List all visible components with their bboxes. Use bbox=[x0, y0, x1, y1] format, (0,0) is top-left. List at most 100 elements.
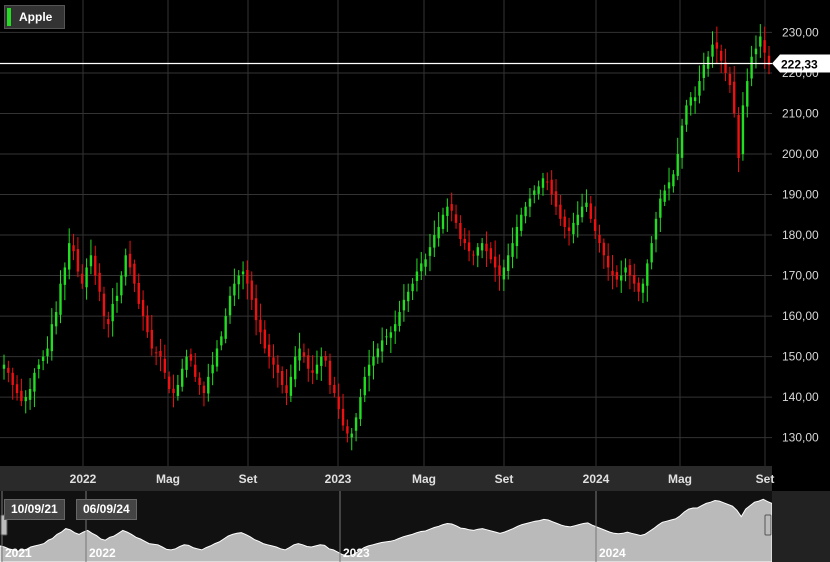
candle-body bbox=[441, 214, 445, 229]
x-tick-label: 2023 bbox=[325, 472, 352, 486]
candle-body bbox=[650, 243, 653, 263]
candle-body bbox=[285, 385, 288, 394]
navigator-year-label: 2024 bbox=[599, 546, 626, 560]
candle-body bbox=[663, 190, 666, 202]
candle-body bbox=[207, 376, 210, 394]
candle-body bbox=[167, 376, 171, 390]
y-tick-label: 200,00 bbox=[782, 147, 819, 161]
candle-body bbox=[2, 364, 6, 369]
x-tick-label: Set bbox=[239, 472, 258, 486]
candle-body bbox=[493, 256, 497, 268]
candle-body bbox=[480, 243, 484, 251]
candle-body bbox=[567, 227, 571, 231]
candle-body bbox=[689, 97, 692, 106]
candle-body bbox=[424, 259, 427, 267]
candle-body bbox=[611, 270, 614, 276]
candle-body bbox=[398, 312, 401, 326]
x-tick-label: Set bbox=[495, 472, 514, 486]
candle-body bbox=[711, 44, 714, 57]
candle-body bbox=[354, 417, 358, 431]
candle-body bbox=[667, 182, 671, 189]
candle-body bbox=[515, 226, 519, 247]
navigator-year-label: 2023 bbox=[343, 546, 370, 560]
candle-body bbox=[85, 267, 88, 288]
candle-body bbox=[541, 178, 545, 188]
candle-body bbox=[159, 350, 162, 357]
y-tick-label: 160,00 bbox=[782, 309, 819, 323]
candle-body bbox=[189, 354, 193, 361]
candle-body bbox=[185, 356, 188, 370]
candle-body bbox=[476, 247, 479, 256]
candle-body bbox=[59, 283, 62, 315]
candlestick-chart[interactable]: 130,00 140,00 150,00 160,00 170,00 180,00 190,… bbox=[0, 0, 830, 491]
candle-body bbox=[24, 397, 27, 402]
candle-body bbox=[346, 426, 349, 434]
candle-body bbox=[28, 389, 32, 400]
candle-body bbox=[363, 376, 366, 396]
candle-body bbox=[463, 238, 466, 244]
candle-body bbox=[46, 348, 49, 357]
candle-body bbox=[324, 356, 327, 361]
candle-body bbox=[628, 265, 632, 276]
candle-body bbox=[507, 255, 510, 271]
candle-body bbox=[511, 243, 514, 257]
candle-body bbox=[533, 190, 536, 195]
x-tick-label: Mag bbox=[412, 472, 436, 486]
range-start-label: 10/09/21 bbox=[4, 499, 65, 520]
candle-body bbox=[702, 64, 705, 78]
candle-body bbox=[141, 299, 145, 317]
candle-body bbox=[154, 352, 158, 354]
candle-body bbox=[246, 270, 249, 284]
candle-body bbox=[559, 204, 562, 219]
candle-body bbox=[81, 273, 84, 284]
candle-body bbox=[89, 255, 93, 267]
candle-body bbox=[198, 377, 201, 385]
candle-body bbox=[115, 295, 119, 301]
candle-body bbox=[11, 372, 14, 385]
candle-body bbox=[589, 203, 592, 219]
range-end-text: 06/09/24 bbox=[83, 502, 130, 516]
candle-body bbox=[402, 299, 406, 311]
candle-body bbox=[181, 368, 184, 387]
candle-body bbox=[337, 396, 340, 410]
candle-body bbox=[20, 390, 23, 402]
y-tick-label: 170,00 bbox=[782, 269, 819, 283]
candle-body bbox=[311, 370, 314, 373]
candle-body bbox=[146, 315, 149, 333]
candle-body bbox=[241, 271, 245, 275]
candle-body bbox=[94, 255, 97, 276]
legend-swatch bbox=[7, 8, 11, 26]
candle-body bbox=[602, 242, 606, 256]
series-legend: Apple bbox=[4, 5, 66, 29]
candle-body bbox=[693, 97, 697, 102]
candle-body bbox=[680, 125, 684, 158]
candle-body bbox=[54, 312, 58, 327]
candle-body bbox=[276, 364, 280, 373]
candle-body bbox=[763, 40, 766, 53]
y-tick-label: 190,00 bbox=[782, 188, 819, 202]
candle-body bbox=[415, 271, 419, 282]
candle-body bbox=[50, 324, 54, 352]
candle-body bbox=[211, 364, 214, 374]
candle-body bbox=[280, 371, 284, 385]
candle-body bbox=[528, 198, 532, 207]
candle-body bbox=[380, 340, 384, 352]
candle-body bbox=[233, 283, 236, 296]
candle-body bbox=[376, 348, 380, 358]
candle-body bbox=[733, 81, 736, 114]
candle-body bbox=[298, 348, 301, 361]
candle-body bbox=[593, 219, 597, 231]
candle-body bbox=[372, 356, 375, 366]
candle-body bbox=[111, 303, 114, 322]
candle-body bbox=[102, 293, 106, 317]
navigator-handle-right[interactable] bbox=[764, 514, 772, 536]
candle-body bbox=[128, 253, 132, 268]
x-tick-label: 2022 bbox=[70, 472, 97, 486]
candle-body bbox=[302, 352, 306, 357]
navigator-year-label: 2021 bbox=[5, 546, 32, 560]
candle-body bbox=[624, 267, 627, 273]
candle-body bbox=[41, 356, 45, 362]
candle-body bbox=[254, 298, 258, 321]
last-price-label: 222,33 bbox=[781, 57, 818, 71]
candle-body bbox=[215, 348, 219, 367]
